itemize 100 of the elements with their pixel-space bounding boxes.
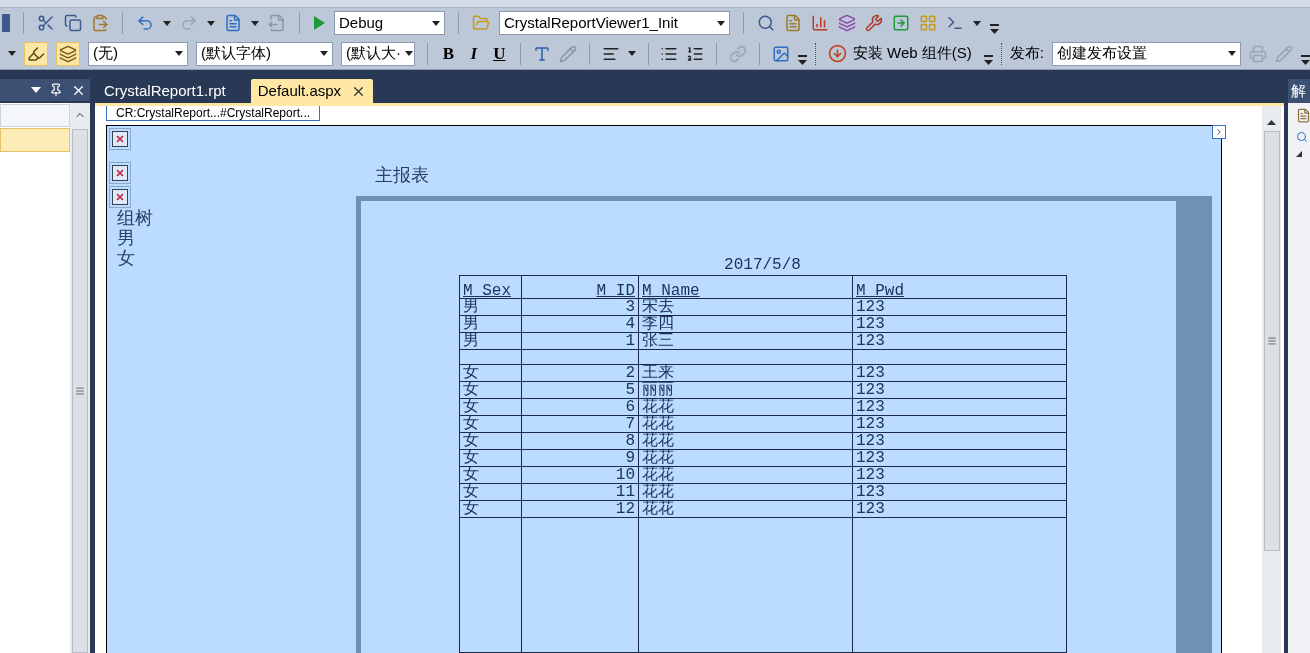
publish-label: 发布: xyxy=(1009,43,1045,64)
font-dropdown[interactable]: (默认字体) xyxy=(196,41,333,66)
wrench-icon[interactable] xyxy=(865,14,883,32)
report-title: 主报表 xyxy=(375,165,429,185)
undo-icon[interactable] xyxy=(136,14,154,32)
table-cell-text: 女 xyxy=(463,365,479,382)
table-cell: 123 xyxy=(856,316,885,334)
document-tab[interactable]: Default.aspx xyxy=(250,79,374,103)
caret-icon[interactable] xyxy=(1228,51,1237,56)
underline-button[interactable]: U xyxy=(490,40,508,67)
table-cell-text: 女 xyxy=(463,450,479,467)
pin-icon[interactable] xyxy=(49,83,63,97)
panel-field[interactable] xyxy=(0,104,70,127)
dropdown-icon[interactable] xyxy=(31,87,41,93)
document-tab[interactable]: CrystalReport1.rpt xyxy=(97,79,233,103)
table-cell: 123 xyxy=(856,450,885,468)
caret-icon[interactable] xyxy=(163,20,171,26)
scrollbar[interactable] xyxy=(70,103,90,653)
document-icon[interactable] xyxy=(1296,108,1310,123)
expander-icon[interactable] xyxy=(1296,151,1302,157)
column-header: M_ID xyxy=(596,283,635,300)
copy-icon[interactable] xyxy=(64,14,82,32)
column-header: M_Sex xyxy=(463,283,511,300)
table-cell-text: 女 xyxy=(463,399,479,416)
table-cell: 女 xyxy=(463,501,479,519)
group-tree-item[interactable]: 男 xyxy=(117,228,356,248)
table-cell: 6 xyxy=(625,399,635,417)
overflow-icon[interactable] xyxy=(1301,55,1310,65)
size-dropdown[interactable]: (默认大· xyxy=(341,41,415,66)
table-cell: 2 xyxy=(625,365,635,383)
table-cell: 123 xyxy=(856,299,885,317)
table-cell: 123 xyxy=(856,333,885,351)
chart-icon[interactable] xyxy=(811,14,829,32)
style-dropdown[interactable]: (无) xyxy=(88,41,188,66)
paste-icon[interactable] xyxy=(91,14,109,32)
download-icon xyxy=(827,44,847,63)
table-cell-text: 花花 xyxy=(642,399,674,416)
control-tag: CR:CrystalReport...#CrystalReport... xyxy=(106,106,321,121)
broken-image-icon xyxy=(112,165,128,181)
table-cell: 123 xyxy=(856,416,885,434)
scrollbar[interactable] xyxy=(1262,106,1281,653)
table-cell: 123 xyxy=(856,467,885,485)
table-cell: 123 xyxy=(856,484,885,502)
caret-icon[interactable] xyxy=(8,51,16,56)
table-cell: 12 xyxy=(615,501,635,519)
search-icon[interactable] xyxy=(1296,131,1308,143)
highlighter-icon[interactable] xyxy=(27,44,45,63)
overflow-icon[interactable] xyxy=(990,24,999,34)
table-cell-text: 女 xyxy=(463,382,479,399)
play-icon[interactable] xyxy=(313,16,325,30)
search-icon[interactable] xyxy=(757,14,775,32)
method-dropdown[interactable]: CrystalReportViewer1_Init xyxy=(499,11,730,35)
italic-button[interactable]: I xyxy=(465,40,483,67)
overflow-icon[interactable] xyxy=(983,55,993,65)
grip-icon[interactable] xyxy=(75,386,85,396)
layers-icon[interactable] xyxy=(838,14,856,32)
table-cell: 5 xyxy=(625,382,635,400)
table-cell: 7 xyxy=(625,416,635,434)
table-cell: 123 xyxy=(856,501,885,519)
install-web-components-button[interactable]: 安装 Web 组件(S) xyxy=(823,42,976,65)
broken-image-icon xyxy=(112,189,128,205)
caret-icon[interactable] xyxy=(405,51,413,56)
font-color-icon[interactable] xyxy=(532,44,551,63)
grip-icon[interactable] xyxy=(1266,336,1277,346)
table-cell-text: 花花 xyxy=(642,450,674,467)
overflow-icon[interactable] xyxy=(797,55,807,65)
group-tree-item[interactable]: 女 xyxy=(117,248,356,268)
table-cell-text: 王来 xyxy=(642,365,674,382)
document-icon[interactable] xyxy=(224,14,242,32)
table-cell-text: 女 xyxy=(463,416,479,433)
caret-icon[interactable] xyxy=(432,20,440,26)
caret-icon[interactable] xyxy=(207,20,215,26)
table-cell: 4 xyxy=(625,316,635,334)
caret-icon[interactable] xyxy=(717,20,725,26)
numbered-list-icon[interactable] xyxy=(686,44,705,63)
bold-button[interactable]: B xyxy=(439,40,458,67)
scroll-up-icon[interactable] xyxy=(1267,120,1276,125)
group-tree-title: 组树 xyxy=(117,208,154,228)
table-cell-text: 花花 xyxy=(642,467,674,484)
caret-icon[interactable] xyxy=(320,51,328,56)
layers-icon[interactable] xyxy=(59,44,77,63)
table-cell-text: 女 xyxy=(463,433,479,450)
table-cell-text: 花花 xyxy=(642,433,674,450)
table-cell: 8 xyxy=(625,433,635,451)
chevron-right-icon xyxy=(1214,127,1224,137)
image-icon[interactable] xyxy=(771,44,790,63)
panel-title: 解 xyxy=(1288,79,1310,103)
publish-dropdown[interactable]: 创建发布设置 xyxy=(1052,41,1242,66)
caret-icon[interactable] xyxy=(973,20,981,26)
caret-icon[interactable] xyxy=(175,51,183,56)
caret-icon[interactable] xyxy=(627,51,636,56)
caret-icon[interactable] xyxy=(251,20,259,26)
table-cell: 123 xyxy=(856,399,885,417)
report-date: 2017/5/8 xyxy=(724,256,801,274)
form-icon[interactable] xyxy=(784,14,802,32)
configuration-dropdown[interactable]: Debug xyxy=(334,11,445,35)
scissors-icon[interactable] xyxy=(37,14,55,32)
table-cell: 9 xyxy=(625,450,635,468)
expand-button[interactable] xyxy=(1212,125,1226,139)
broken-image-icon xyxy=(112,131,128,147)
